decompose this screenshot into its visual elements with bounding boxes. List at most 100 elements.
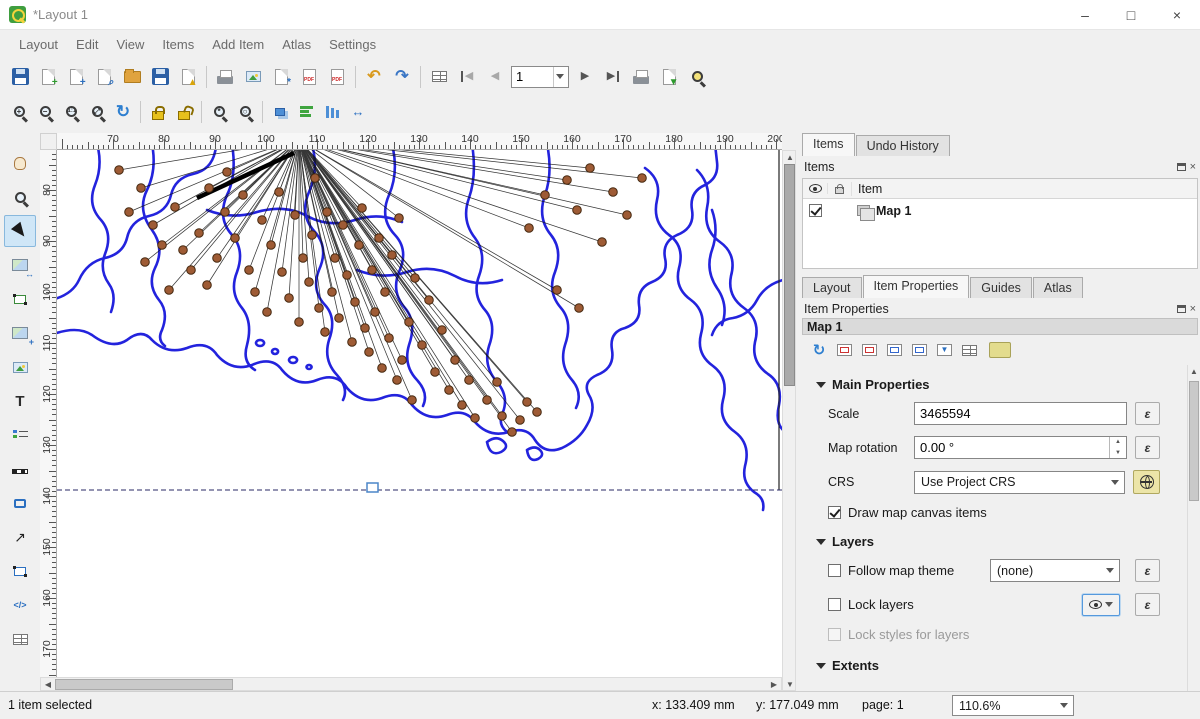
vertical-scrollbar[interactable]: ▲ ▼	[782, 150, 796, 691]
export-atlas-button[interactable]: ▼	[655, 63, 683, 91]
extents-section[interactable]: Extents	[816, 658, 1160, 673]
add-picture-button[interactable]	[4, 351, 36, 383]
layout-manager-button[interactable]: ⌕	[90, 63, 118, 91]
lock-styles-checkbox[interactable]	[828, 628, 841, 641]
scroll-up-icon[interactable]: ▲	[1188, 365, 1200, 377]
tab-layout[interactable]: Layout	[802, 277, 862, 298]
layout-page-canvas[interactable]	[57, 150, 782, 677]
zoom-out-button[interactable]: −	[32, 99, 58, 125]
close-properties-icon[interactable]: ×	[1190, 304, 1196, 315]
select-move-tool-button[interactable]	[4, 215, 36, 247]
follow-map-theme-checkbox[interactable]	[828, 564, 841, 577]
scroll-right-icon[interactable]: ▶	[767, 678, 781, 690]
select-all-button[interactable]: *	[206, 99, 232, 125]
zoom-level-combo[interactable]: 110.6%	[952, 695, 1074, 716]
add-arrow-button[interactable]: ↗	[4, 521, 36, 553]
add-map-button[interactable]: +	[4, 317, 36, 349]
add-attribute-table-button[interactable]	[4, 623, 36, 655]
print-button[interactable]	[211, 63, 239, 91]
table-row[interactable]: Map 1	[803, 199, 1197, 222]
redo-button[interactable]: ↷	[388, 63, 416, 91]
resize-items-button[interactable]: ↔	[345, 99, 371, 125]
scroll-up-icon[interactable]: ▲	[783, 151, 797, 163]
horizontal-scrollbar[interactable]: ◀ ▶	[40, 677, 782, 691]
minimize-button[interactable]: –	[1062, 0, 1108, 30]
tab-items[interactable]: Items	[802, 133, 855, 156]
duplicate-layout-button[interactable]: +	[62, 63, 90, 91]
maximize-button[interactable]: □	[1108, 0, 1154, 30]
map-rotation-spinbox[interactable]: ▲▼	[914, 436, 1127, 459]
menu-items[interactable]: Items	[153, 33, 203, 56]
map-item[interactable]	[57, 150, 782, 677]
spin-buttons[interactable]: ▲▼	[1109, 437, 1126, 458]
export-pdf-alt-button[interactable]	[323, 63, 351, 91]
zoom-in-button[interactable]: +	[6, 99, 32, 125]
tab-atlas[interactable]: Atlas	[1033, 277, 1083, 298]
scale-input[interactable]	[914, 402, 1127, 425]
layers-data-defined-button[interactable]: ε	[1135, 593, 1160, 616]
distribute-items-button[interactable]	[319, 99, 345, 125]
pan-tool-button[interactable]	[4, 147, 36, 179]
spin-up-icon[interactable]: ▲	[1110, 437, 1126, 448]
view-scale-in-canvas-button[interactable]	[908, 339, 930, 361]
item-visibility-checkbox[interactable]	[809, 204, 822, 217]
save-template-button[interactable]	[146, 63, 174, 91]
add-label-button[interactable]: T	[4, 385, 36, 417]
add-html-button[interactable]: </>	[4, 589, 36, 621]
float-properties-icon[interactable]	[1177, 305, 1186, 313]
close-panel-icon[interactable]: ×	[1190, 162, 1196, 173]
align-items-button[interactable]	[293, 99, 319, 125]
last-feature-button[interactable]: ▶	[599, 63, 627, 91]
atlas-page-input[interactable]	[512, 69, 550, 84]
update-map-preview-button[interactable]: ↻	[808, 339, 830, 361]
lock-items-button[interactable]	[145, 99, 171, 125]
rotation-data-defined-button[interactable]: ε	[1135, 436, 1160, 459]
zoom-full-button[interactable]: ⤢	[84, 99, 110, 125]
lock-layers-checkbox[interactable]	[828, 598, 841, 611]
export-pdf-button[interactable]	[295, 63, 323, 91]
tab-guides[interactable]: Guides	[970, 277, 1032, 298]
main-properties-section[interactable]: Main Properties	[816, 377, 1160, 392]
edit-map-extent-button[interactable]	[933, 339, 955, 361]
set-scale-to-canvas-button[interactable]	[883, 339, 905, 361]
scale-data-defined-button[interactable]: ε	[1135, 402, 1160, 425]
save-layout-button[interactable]	[6, 63, 34, 91]
scroll-left-icon[interactable]: ◀	[41, 678, 55, 690]
tab-item-properties[interactable]: Item Properties	[863, 275, 970, 298]
refresh-view-button[interactable]: ↻	[110, 99, 136, 125]
atlas-page-combo[interactable]	[511, 66, 569, 88]
export-svg-button[interactable]: *	[267, 63, 295, 91]
move-content-tool-button[interactable]: ↔	[4, 249, 36, 281]
horizontal-scroll-thumb[interactable]	[55, 679, 233, 690]
visible-layers-button[interactable]	[1082, 594, 1120, 616]
menu-settings[interactable]: Settings	[320, 33, 385, 56]
close-button[interactable]: ×	[1154, 0, 1200, 30]
raise-items-button[interactable]	[267, 99, 293, 125]
vertical-scroll-thumb[interactable]	[784, 164, 795, 386]
theme-data-defined-button[interactable]: ε	[1135, 559, 1160, 582]
undo-button[interactable]: ↶	[360, 63, 388, 91]
float-panel-icon[interactable]	[1177, 163, 1186, 171]
draw-canvas-items-checkbox[interactable]	[828, 506, 841, 519]
open-template-button[interactable]	[118, 63, 146, 91]
export-image-button[interactable]	[239, 63, 267, 91]
add-from-template-button[interactable]: ▲	[174, 63, 202, 91]
menu-edit[interactable]: Edit	[67, 33, 107, 56]
menu-add-item[interactable]: Add Item	[203, 33, 273, 56]
scroll-down-icon[interactable]: ▼	[783, 678, 797, 690]
add-legend-button[interactable]	[4, 419, 36, 451]
clipping-settings-button[interactable]	[958, 339, 980, 361]
map-theme-combo[interactable]: (none)	[990, 559, 1120, 582]
zoom-actual-button[interactable]: 1:1	[58, 99, 84, 125]
crs-combo[interactable]: Use Project CRS	[914, 471, 1125, 494]
spin-down-icon[interactable]: ▼	[1110, 448, 1126, 459]
labeling-settings-button[interactable]	[989, 339, 1011, 361]
deselect-all-button[interactable]: ○	[232, 99, 258, 125]
print-atlas-button[interactable]	[627, 63, 655, 91]
select-crs-button[interactable]	[1133, 470, 1160, 494]
tab-undo-history[interactable]: Undo History	[856, 135, 950, 156]
new-layout-button[interactable]: +	[34, 63, 62, 91]
properties-scrollbar[interactable]: ▲	[1187, 365, 1200, 692]
edit-nodes-tool-button[interactable]	[4, 283, 36, 315]
menu-atlas[interactable]: Atlas	[273, 33, 320, 56]
